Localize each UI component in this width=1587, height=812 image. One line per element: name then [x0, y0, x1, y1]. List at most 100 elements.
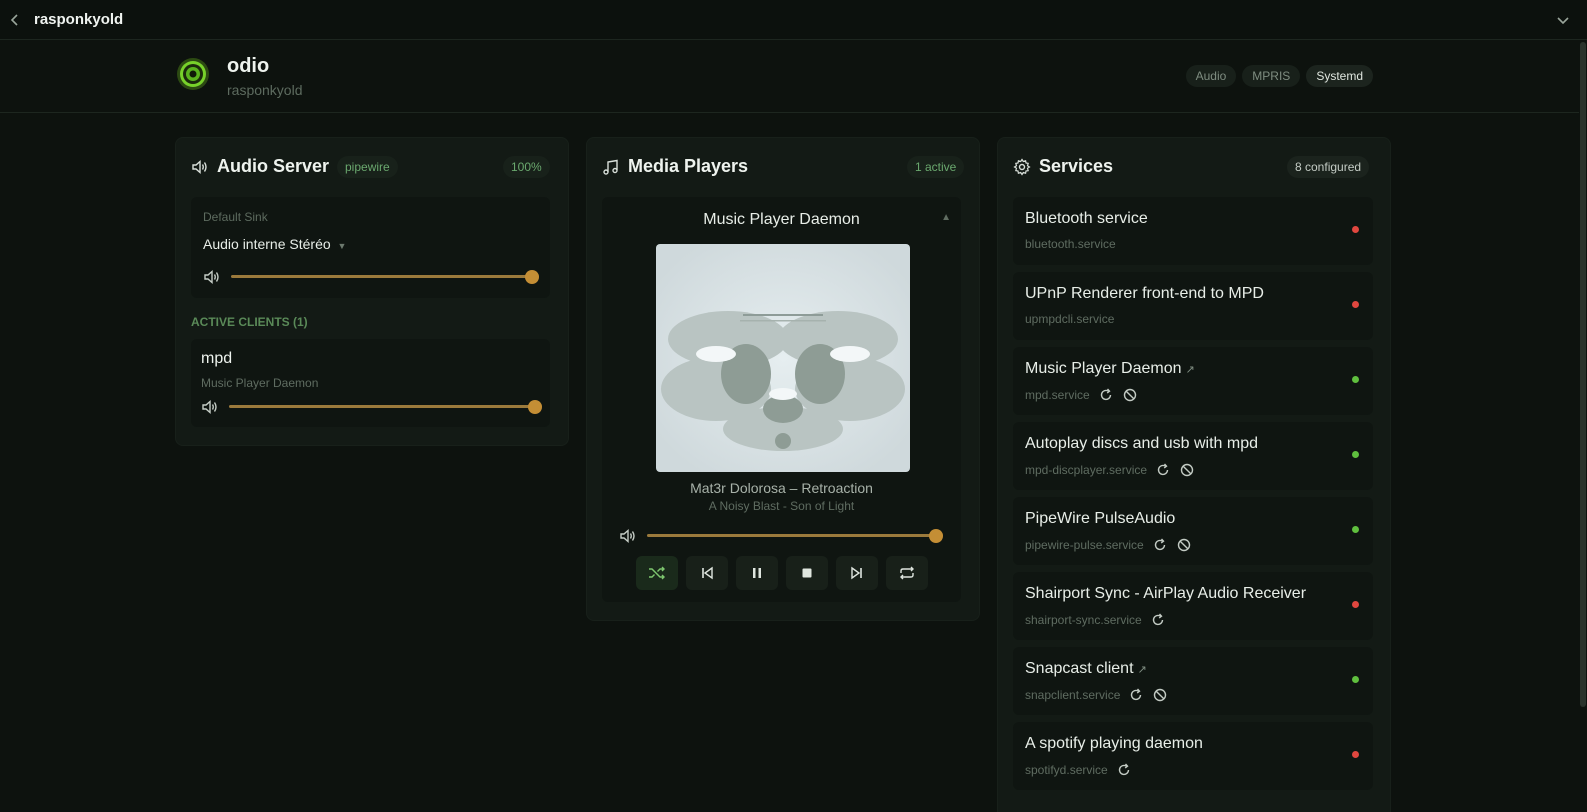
- default-sink-label: Default Sink: [203, 210, 268, 224]
- repeat-button[interactable]: [886, 556, 928, 590]
- restart-icon[interactable]: [1152, 537, 1168, 553]
- service-unit: shairport-sync.service: [1025, 613, 1142, 627]
- top-bar: rasponkyold: [0, 0, 1587, 40]
- external-link-icon[interactable]: ↗: [1138, 663, 1147, 676]
- status-dot-running: [1352, 451, 1359, 458]
- service-name: Bluetooth service: [1025, 210, 1148, 227]
- restart-icon[interactable]: [1128, 687, 1144, 703]
- services-card: Services 8 configured Bluetooth service …: [997, 137, 1391, 812]
- sink-select[interactable]: Audio interne Stéréo ▼: [203, 236, 346, 252]
- stop-icon: [802, 568, 812, 578]
- track-title: Mat3r Dolorosa – Retroaction: [690, 480, 873, 496]
- disable-icon[interactable]: [1176, 537, 1192, 553]
- shuffle-icon: [649, 566, 665, 580]
- sink-volume-slider[interactable]: [231, 270, 539, 284]
- badge-audio[interactable]: Audio: [1185, 65, 1237, 87]
- service-unit: mpd-discplayer.service: [1025, 463, 1148, 477]
- service-unit: pipewire-pulse.service: [1025, 538, 1144, 552]
- window-title: rasponkyold: [34, 11, 124, 28]
- scrollbar-thumb[interactable]: [1580, 42, 1586, 707]
- music-note-icon: [603, 159, 618, 175]
- status-dot-running: [1352, 376, 1359, 383]
- restart-icon[interactable]: [1098, 387, 1114, 403]
- default-sink-panel: Default Sink Audio interne Stéréo ▼: [191, 197, 550, 298]
- service-unit: bluetooth.service: [1025, 237, 1116, 251]
- service-unit: spotifyd.service: [1025, 763, 1108, 777]
- audio-server-title: Audio Server: [217, 156, 330, 176]
- service-name: Snapcast client: [1025, 660, 1134, 677]
- shuffle-button[interactable]: [636, 556, 678, 590]
- host-subtitle: rasponkyold: [227, 82, 303, 98]
- restart-icon[interactable]: [1150, 612, 1166, 628]
- service-row-shairport-sync[interactable]: Shairport Sync - AirPlay Audio Receiver …: [1013, 572, 1373, 640]
- service-row-upmpdcli[interactable]: UPnP Renderer front-end to MPD upmpdcli.…: [1013, 272, 1373, 340]
- scrollbar[interactable]: [1579, 40, 1587, 812]
- speaker-logo-icon: [177, 58, 209, 90]
- client-name: mpd: [201, 350, 233, 367]
- volume-icon[interactable]: [203, 268, 221, 286]
- media-players-title: Media Players: [628, 156, 749, 176]
- slider-knob[interactable]: [525, 270, 539, 284]
- service-row-mpd[interactable]: Music Player Daemon ↗ mpd.service: [1013, 347, 1373, 415]
- audio-server-card: Audio Server pipewire 100% Default Sink …: [175, 137, 569, 446]
- service-unit: mpd.service: [1025, 388, 1090, 402]
- volume-icon[interactable]: [201, 398, 219, 416]
- restart-icon[interactable]: [1116, 762, 1132, 778]
- media-players-card: Media Players 1 active Music Player Daem…: [586, 137, 980, 621]
- volume-badge: 100%: [503, 156, 550, 178]
- caret-down-icon: ▼: [337, 241, 347, 251]
- disable-icon[interactable]: [1122, 387, 1138, 403]
- disable-icon[interactable]: [1179, 462, 1195, 478]
- next-button[interactable]: [836, 556, 878, 590]
- previous-button[interactable]: [686, 556, 728, 590]
- active-clients-header: ACTIVE CLIENTS (1): [191, 315, 308, 329]
- pause-button[interactable]: [736, 556, 778, 590]
- service-row-spotifyd[interactable]: A spotify playing daemon spotifyd.servic…: [1013, 722, 1373, 790]
- service-name: Music Player Daemon: [1025, 360, 1182, 377]
- repeat-icon: [900, 566, 914, 580]
- service-row-snapclient[interactable]: Snapcast client ↗ snapclient.service: [1013, 647, 1373, 715]
- services-title: Services: [1039, 156, 1114, 176]
- active-count-badge: 1 active: [907, 156, 965, 178]
- status-dot-stopped: [1352, 751, 1359, 758]
- next-icon: [851, 566, 862, 580]
- previous-icon: [702, 566, 713, 580]
- album-art: [656, 244, 910, 472]
- slider-track: [229, 405, 542, 408]
- restart-icon[interactable]: [1155, 462, 1171, 478]
- service-row-mpd-discplayer[interactable]: Autoplay discs and usb with mpd mpd-disc…: [1013, 422, 1373, 490]
- service-name: PipeWire PulseAudio: [1025, 510, 1176, 527]
- feature-badges: Audio MPRIS Systemd: [1185, 65, 1373, 87]
- slider-knob[interactable]: [528, 400, 542, 414]
- slider-knob[interactable]: [929, 529, 943, 543]
- status-dot-running: [1352, 676, 1359, 683]
- service-row-bluetooth[interactable]: Bluetooth service bluetooth.service: [1013, 197, 1373, 265]
- service-name: UPnP Renderer front-end to MPD: [1025, 285, 1264, 302]
- client-description: Music Player Daemon: [201, 376, 319, 390]
- badge-systemd[interactable]: Systemd: [1306, 65, 1373, 87]
- collapse-icon[interactable]: ▲: [941, 212, 951, 223]
- configured-count-badge: 8 configured: [1287, 156, 1370, 178]
- stop-button[interactable]: [786, 556, 828, 590]
- service-name: Shairport Sync - AirPlay Audio Receiver: [1025, 585, 1307, 602]
- sink-name: Audio interne Stéréo: [203, 236, 331, 252]
- badge-mpris[interactable]: MPRIS: [1242, 65, 1301, 87]
- back-icon[interactable]: [4, 9, 26, 31]
- speaker-icon: [192, 159, 207, 174]
- track-album: A Noisy Blast - Son of Light: [708, 499, 855, 513]
- chevron-down-icon[interactable]: [1553, 10, 1573, 30]
- external-link-icon[interactable]: ↗: [1186, 363, 1195, 376]
- service-name: A spotify playing daemon: [1025, 735, 1203, 752]
- player-volume-slider[interactable]: [647, 529, 943, 543]
- status-dot-stopped: [1352, 226, 1359, 233]
- service-unit: snapclient.service: [1025, 688, 1121, 702]
- pause-icon: [753, 568, 761, 578]
- player-panel: Music Player Daemon ▲ Mat3r Dolorosa – R…: [602, 197, 961, 602]
- status-dot-stopped: [1352, 601, 1359, 608]
- slider-track: [647, 534, 943, 537]
- client-volume-slider[interactable]: [229, 400, 542, 414]
- disable-icon[interactable]: [1152, 687, 1168, 703]
- service-row-pipewire-pulse[interactable]: PipeWire PulseAudio pipewire-pulse.servi…: [1013, 497, 1373, 565]
- gear-icon: [1013, 157, 1031, 176]
- volume-icon[interactable]: [619, 527, 637, 545]
